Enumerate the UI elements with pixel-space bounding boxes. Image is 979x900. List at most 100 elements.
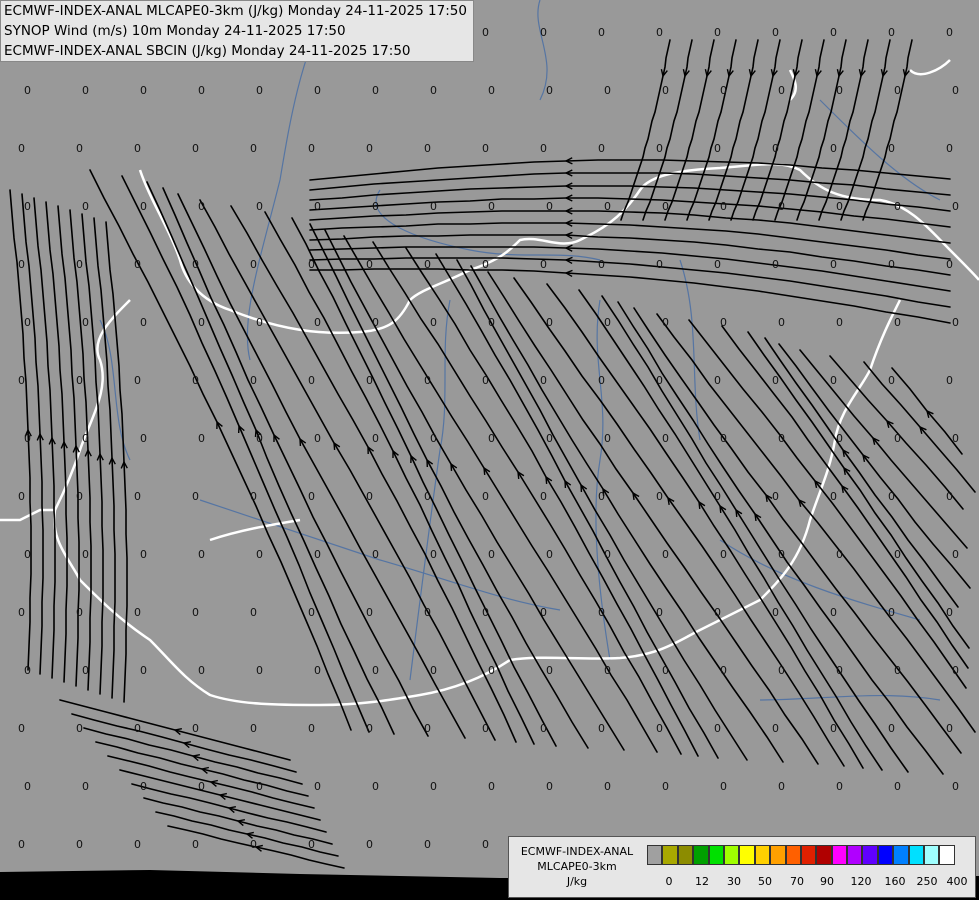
sbcin-value: 0 [894, 316, 901, 329]
sbcin-value: 0 [82, 664, 89, 677]
sbcin-value: 0 [134, 838, 141, 851]
sbcin-value: 0 [656, 142, 663, 155]
legend-swatch [893, 845, 909, 865]
legend-tick: 50 [758, 875, 772, 888]
sbcin-value: 0 [482, 374, 489, 387]
sbcin-value: 0 [314, 316, 321, 329]
sbcin-value: 0 [772, 490, 779, 503]
sbcin-value: 0 [250, 374, 257, 387]
sbcin-value: 0 [598, 374, 605, 387]
sbcin-value: 0 [836, 664, 843, 677]
sbcin-value: 0 [198, 316, 205, 329]
color-legend: ECMWF-INDEX-ANAL MLCAPE0-3km J/kg 0 12 30 5… [508, 836, 976, 898]
sbcin-value: 0 [720, 84, 727, 97]
sbcin-value: 0 [894, 84, 901, 97]
sbcin-value: 0 [540, 490, 547, 503]
sbcin-value: 0 [308, 258, 315, 271]
sbcin-value: 0 [714, 374, 721, 387]
sbcin-value: 0 [482, 142, 489, 155]
sbcin-value: 0 [198, 200, 205, 213]
sbcin-value: 0 [540, 722, 547, 735]
sbcin-value: 0 [952, 548, 959, 561]
sbcin-value: 0 [82, 780, 89, 793]
sbcin-value: 0 [372, 432, 379, 445]
sbcin-value: 0 [482, 258, 489, 271]
sbcin-value: 0 [952, 200, 959, 213]
sbcin-value: 0 [430, 316, 437, 329]
legend-title: ECMWF-INDEX-ANAL MLCAPE0-3km J/kg [512, 844, 642, 889]
sbcin-value: 0 [604, 316, 611, 329]
sbcin-value: 0 [836, 548, 843, 561]
sbcin-value: 0 [836, 84, 843, 97]
sbcin-value: 0 [372, 664, 379, 677]
sbcin-value: 0 [82, 432, 89, 445]
sbcin-value: 0 [372, 84, 379, 97]
sbcin-value: 0 [714, 142, 721, 155]
legend-swatch [800, 845, 817, 865]
legend-swatch [862, 845, 878, 865]
sbcin-value: 0 [18, 258, 25, 271]
legend-tick: 12 [695, 875, 709, 888]
sbcin-value: 0 [24, 200, 31, 213]
sbcin-value: 0 [546, 664, 553, 677]
sbcin-value: 0 [256, 316, 263, 329]
sbcin-value: 0 [540, 374, 547, 387]
sbcin-value: 0 [488, 316, 495, 329]
sbcin-value: 0 [488, 432, 495, 445]
header-line-sbcin: ECMWF-INDEX-ANAL SBCIN (J/kg) Monday 24-… [4, 43, 411, 59]
sbcin-value: 0 [250, 258, 257, 271]
sbcin-value: 0 [836, 200, 843, 213]
sbcin-value: 0 [366, 258, 373, 271]
sbcin-value: 0 [488, 664, 495, 677]
sbcin-value: 0 [952, 664, 959, 677]
sbcin-value: 0 [308, 722, 315, 735]
sbcin-value: 0 [946, 606, 953, 619]
sbcin-value: 0 [314, 432, 321, 445]
sbcin-value: 0 [778, 548, 785, 561]
sbcin-value: 0 [140, 200, 147, 213]
legend-title-source: ECMWF-INDEX-ANAL [520, 845, 634, 858]
sbcin-value: 0 [540, 142, 547, 155]
sbcin-value: 0 [314, 200, 321, 213]
sbcin-value: 0 [888, 722, 895, 735]
sbcin-value: 0 [424, 490, 431, 503]
sbcin-value: 0 [366, 490, 373, 503]
sbcin-value: 0 [604, 548, 611, 561]
sbcin-value: 0 [308, 606, 315, 619]
sbcin-value: 0 [488, 200, 495, 213]
sbcin-value: 0 [24, 432, 31, 445]
sbcin-value: 0 [366, 374, 373, 387]
sbcin-value: 0 [656, 490, 663, 503]
sbcin-value: 0 [830, 142, 837, 155]
sbcin-value: 0 [888, 606, 895, 619]
sbcin-value: 0 [82, 316, 89, 329]
legend-swatch [770, 845, 786, 865]
sbcin-value: 0 [482, 490, 489, 503]
sbcin-value: 0 [714, 26, 721, 39]
sbcin-value: 0 [18, 838, 25, 851]
legend-swatch [877, 845, 894, 865]
sbcin-value: 0 [198, 780, 205, 793]
sbcin-value: 0 [82, 200, 89, 213]
map-header: ECMWF-INDEX-ANAL MLCAPE0-3km (J/kg) Mond… [0, 0, 474, 62]
sbcin-value: 0 [18, 374, 25, 387]
sbcin-value: 0 [76, 838, 83, 851]
sbcin-value: 0 [714, 258, 721, 271]
sbcin-value: 0 [714, 490, 721, 503]
sbcin-value: 0 [662, 432, 669, 445]
sbcin-value: 0 [24, 664, 31, 677]
sbcin-value: 0 [76, 606, 83, 619]
sbcin-value: 0 [430, 432, 437, 445]
sbcin-value: 0 [488, 780, 495, 793]
header-line-mlcape: ECMWF-INDEX-ANAL MLCAPE0-3km (J/kg) Mond… [4, 3, 467, 19]
sbcin-value: 0 [308, 142, 315, 155]
legend-swatch [693, 845, 709, 865]
sbcin-value: 0 [192, 490, 199, 503]
sbcin-value: 0 [778, 432, 785, 445]
sbcin-value: 0 [720, 316, 727, 329]
sbcin-value: 0 [836, 316, 843, 329]
sbcin-value: 0 [720, 664, 727, 677]
sbcin-value: 0 [314, 84, 321, 97]
sbcin-value: 0 [76, 374, 83, 387]
sbcin-value: 0 [952, 432, 959, 445]
